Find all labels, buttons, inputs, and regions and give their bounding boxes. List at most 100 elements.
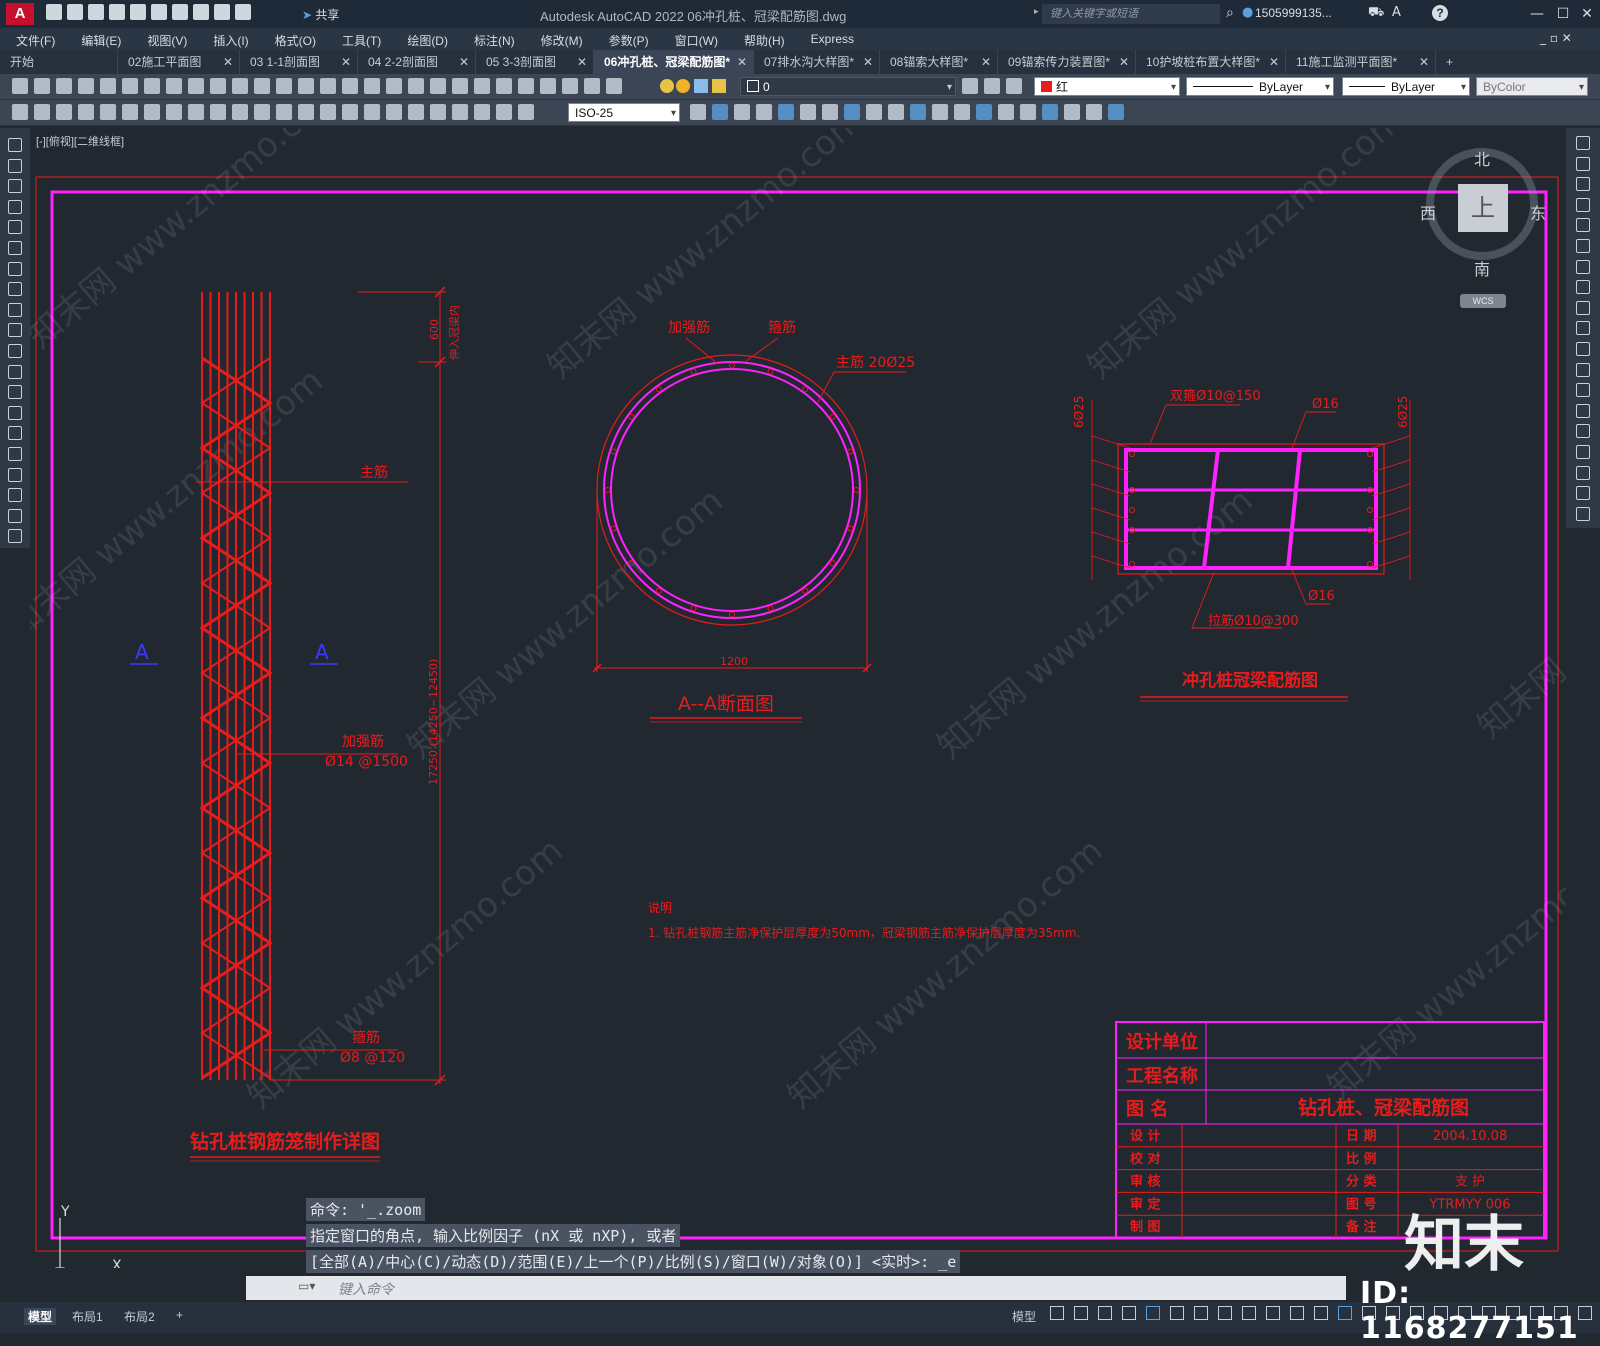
status-toggle-icon[interactable] (1170, 1306, 1184, 1320)
save-as-icon[interactable] (109, 4, 125, 20)
file-tab[interactable]: 08锚索大样图* ✕ (880, 50, 998, 74)
toolbar-tool-icon[interactable] (254, 104, 270, 120)
tab-close-icon[interactable]: ✕ (577, 50, 587, 74)
draw-tool-icon[interactable] (8, 302, 22, 317)
status-toggle-icon[interactable] (1122, 1306, 1136, 1320)
modify-tool-icon[interactable] (1576, 197, 1590, 212)
toolbar-tool-icon[interactable] (518, 104, 534, 120)
tab-close-icon[interactable]: ✕ (459, 50, 469, 74)
search-expand-icon[interactable]: ▸ (1034, 7, 1039, 17)
file-tab[interactable]: 05 3-3剖面图 ✕ (476, 50, 594, 74)
toolbar-tool-icon[interactable] (386, 78, 402, 94)
color-select[interactable]: 红 ▾ (1034, 77, 1180, 96)
cart-icon[interactable]: ⛟ (1368, 5, 1384, 22)
linetype-select[interactable]: ByLayer ▾ (1186, 77, 1334, 96)
toolbar-tool-icon[interactable] (408, 104, 424, 120)
file-tab[interactable]: 04 2-2剖面图 ✕ (358, 50, 476, 74)
draw-tool-icon[interactable] (8, 241, 22, 255)
new-file-icon[interactable] (46, 4, 62, 20)
toolbar-tool-icon[interactable] (166, 78, 182, 94)
toolbar-tool-icon[interactable] (364, 104, 380, 120)
user-account[interactable]: 1505999135... (1255, 6, 1332, 20)
toolbar-tool-icon[interactable] (34, 78, 50, 94)
viewcube-south[interactable]: 南 (1474, 256, 1490, 280)
plotstyle-select[interactable]: ByColor ▾ (1476, 77, 1588, 96)
status-toggle-icon[interactable] (1194, 1306, 1208, 1320)
toolbar-tool-icon[interactable] (452, 78, 468, 94)
save-web-icon[interactable] (151, 4, 167, 20)
toolbar-tool-icon[interactable] (998, 104, 1014, 120)
toolbar-tool-icon[interactable] (320, 104, 336, 120)
toolbar-tool-icon[interactable] (276, 78, 292, 94)
open-web-icon[interactable] (130, 4, 146, 20)
toolbar-tool-icon[interactable] (496, 78, 512, 94)
file-tab[interactable]: 03 1-1剖面图 ✕ (240, 50, 358, 74)
autocad-logo-icon[interactable]: A (6, 3, 34, 25)
layer-match-icon[interactable] (1006, 78, 1022, 94)
toolbar-tool-icon[interactable] (1020, 104, 1036, 120)
toolbar-tool-icon[interactable] (496, 104, 512, 120)
draw-tool-icon[interactable] (8, 467, 22, 482)
toolbar-tool-icon[interactable] (1086, 104, 1102, 120)
toolbar-tool-icon[interactable] (320, 78, 336, 94)
tab-close-icon[interactable]: ✕ (1419, 50, 1429, 74)
modify-tool-icon[interactable] (1576, 506, 1590, 521)
status-toggle-icon[interactable] (1050, 1306, 1064, 1320)
toolbar-tool-icon[interactable] (56, 78, 72, 94)
menu-item[interactable]: 修改(M) (541, 28, 583, 50)
lineweight-select[interactable]: ByLayer ▾ (1342, 77, 1470, 96)
toolbar-tool-icon[interactable] (144, 104, 160, 120)
layer-vp-icon[interactable] (694, 79, 708, 93)
draw-tool-icon[interactable] (8, 508, 22, 523)
toolbar-tool-icon[interactable] (100, 104, 116, 120)
draw-tool-icon[interactable] (8, 323, 22, 338)
modify-tool-icon[interactable] (1576, 424, 1590, 439)
toolbar-tool-icon[interactable] (78, 104, 94, 120)
layer-freeze-icon[interactable] (676, 79, 690, 93)
menu-item[interactable]: 工具(T) (342, 28, 381, 50)
modify-tool-icon[interactable] (1576, 156, 1590, 171)
modify-tool-icon[interactable] (1576, 177, 1590, 192)
draw-tool-icon[interactable] (8, 344, 22, 358)
toolbar-tool-icon[interactable] (734, 104, 750, 120)
menu-item[interactable]: Express (811, 28, 854, 50)
toolbar-tool-icon[interactable] (822, 104, 838, 120)
toolbar-tool-icon[interactable] (342, 78, 358, 94)
toolbar-tool-icon[interactable] (756, 104, 772, 120)
toolbar-tool-icon[interactable] (932, 104, 948, 120)
toolbar-tool-icon[interactable] (474, 78, 490, 94)
minimize-button[interactable]: — (1524, 4, 1550, 24)
toolbar-tool-icon[interactable] (254, 78, 270, 94)
file-tab[interactable]: 07排水沟大样图* ✕ (754, 50, 880, 74)
toolbar-tool-icon[interactable] (430, 104, 446, 120)
menu-item[interactable]: 参数(P) (609, 28, 649, 50)
toolbar-tool-icon[interactable] (12, 104, 28, 120)
maximize-button[interactable]: ☐ (1550, 4, 1576, 24)
status-toggle-icon[interactable] (1074, 1306, 1088, 1320)
layer-states-icon[interactable] (984, 78, 1000, 94)
toolbar-tool-icon[interactable] (712, 104, 728, 120)
status-toggle-icon[interactable] (1338, 1306, 1352, 1320)
draw-tool-icon[interactable] (8, 220, 22, 235)
layer-select[interactable]: 0 ▾ (740, 77, 956, 96)
toolbar-tool-icon[interactable] (188, 78, 204, 94)
toolbar-tool-icon[interactable] (540, 78, 556, 94)
file-tab[interactable]: 09锚索传力装置图* ✕ (998, 50, 1136, 74)
toolbar-tool-icon[interactable] (232, 104, 248, 120)
toolbar-tool-icon[interactable] (844, 104, 860, 120)
dimstyle-select[interactable]: ISO-25 ▾ (568, 103, 680, 122)
modify-tool-icon[interactable] (1576, 321, 1590, 336)
toolbar-tool-icon[interactable] (188, 104, 204, 120)
draw-tool-icon[interactable] (8, 138, 22, 152)
toolbar-tool-icon[interactable] (1042, 104, 1058, 120)
toolbar-tool-icon[interactable] (408, 78, 424, 94)
menu-item[interactable]: 格式(O) (275, 28, 316, 50)
layout-tab-1[interactable]: 布局1 (72, 1308, 103, 1325)
viewcube-east[interactable]: 东 (1530, 200, 1546, 224)
draw-tool-icon[interactable] (8, 199, 22, 214)
modify-tool-icon[interactable] (1576, 136, 1590, 150)
user-icon[interactable]: ● (1242, 5, 1253, 20)
toolbar-tool-icon[interactable] (474, 104, 490, 120)
viewcube-west[interactable]: 西 (1420, 200, 1436, 224)
toolbar-tool-icon[interactable] (210, 78, 226, 94)
